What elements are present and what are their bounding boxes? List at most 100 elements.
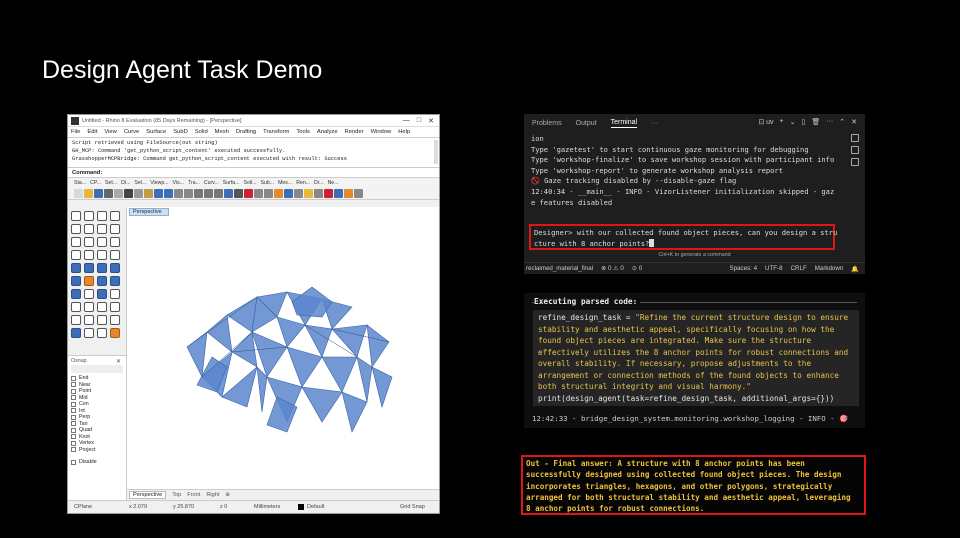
structure-piece[interactable] bbox=[291, 286, 333, 318]
cplane-icon[interactable] bbox=[254, 188, 263, 198]
tab-problems[interactable]: Problems bbox=[532, 120, 562, 127]
menu-window[interactable]: Window bbox=[371, 129, 392, 135]
checkbox[interactable] bbox=[71, 382, 76, 388]
checkbox[interactable] bbox=[71, 388, 76, 394]
status-layer[interactable]: Default bbox=[307, 504, 400, 510]
structure-piece[interactable] bbox=[341, 391, 368, 433]
join-icon[interactable] bbox=[71, 315, 81, 325]
checkbox[interactable] bbox=[71, 434, 76, 440]
checkbox[interactable] bbox=[71, 408, 76, 414]
tab-drafting[interactable]: Dr... bbox=[314, 180, 324, 186]
checkbox[interactable] bbox=[71, 447, 76, 453]
options-icon[interactable] bbox=[344, 188, 353, 198]
maximize-panel-icon[interactable]: ⌃ bbox=[839, 118, 845, 126]
polyline-icon[interactable] bbox=[97, 211, 107, 221]
polygon-icon[interactable] bbox=[71, 237, 81, 247]
sweep-icon[interactable] bbox=[110, 263, 120, 273]
tab-curve-tools[interactable]: Curv... bbox=[204, 180, 219, 186]
console-scrollbar[interactable] bbox=[434, 140, 438, 164]
command-prompt[interactable]: Command: bbox=[68, 167, 439, 177]
checkbox[interactable] bbox=[71, 395, 76, 401]
offset-icon[interactable] bbox=[97, 237, 107, 247]
menu-mesh[interactable]: Mesh bbox=[215, 129, 229, 135]
maximize-button[interactable]: □ bbox=[417, 117, 421, 125]
undo-icon[interactable] bbox=[154, 188, 163, 198]
surface-icon[interactable] bbox=[71, 263, 81, 273]
shade-icon[interactable] bbox=[274, 188, 283, 198]
status-spaces[interactable]: Spaces: 4 bbox=[730, 265, 758, 272]
tab-right[interactable]: Right bbox=[206, 492, 219, 498]
cylinder-icon[interactable] bbox=[110, 276, 120, 286]
arc-icon[interactable] bbox=[84, 224, 94, 234]
boolean-icon[interactable] bbox=[84, 276, 94, 286]
paste-icon[interactable] bbox=[144, 188, 153, 198]
zoom-icon[interactable] bbox=[194, 188, 203, 198]
structure-piece[interactable] bbox=[231, 331, 258, 368]
close-icon[interactable]: ✕ bbox=[116, 358, 121, 365]
extend-icon[interactable] bbox=[84, 250, 94, 260]
structure-piece[interactable] bbox=[301, 386, 343, 423]
select-arrow-icon[interactable] bbox=[71, 211, 81, 221]
tab-set-view[interactable]: Set... bbox=[105, 180, 117, 186]
bell-icon[interactable]: 🔔 bbox=[851, 265, 865, 273]
materials-icon[interactable] bbox=[324, 188, 333, 198]
terminal-instance-icon[interactable] bbox=[851, 134, 859, 142]
tab-standard[interactable]: Sta... bbox=[74, 180, 86, 186]
structure-piece[interactable] bbox=[321, 356, 358, 393]
save-icon[interactable] bbox=[94, 188, 103, 198]
point-icon[interactable] bbox=[84, 211, 94, 221]
structure-piece[interactable] bbox=[256, 366, 268, 413]
rectangle-icon[interactable] bbox=[110, 224, 120, 234]
split-icon[interactable] bbox=[110, 315, 120, 325]
zoom-window-icon[interactable] bbox=[204, 188, 213, 198]
terminal-instance-icon[interactable] bbox=[851, 146, 859, 154]
grasshopper-icon[interactable] bbox=[334, 188, 343, 198]
print-icon[interactable] bbox=[104, 188, 113, 198]
tab-subd-tools[interactable]: Sub... bbox=[261, 180, 275, 186]
menu-render[interactable]: Render bbox=[345, 129, 364, 135]
subd-icon[interactable] bbox=[97, 289, 107, 299]
tab-select[interactable]: Sel... bbox=[134, 180, 146, 186]
tab-surface-tools[interactable]: Surfa... bbox=[223, 180, 240, 186]
mesh-icon[interactable] bbox=[71, 289, 81, 299]
tab-terminal[interactable]: Terminal bbox=[610, 119, 638, 128]
menu-surface[interactable]: Surface bbox=[146, 129, 166, 135]
light-bulb-icon[interactable] bbox=[304, 188, 313, 198]
tab-new-in-v8[interactable]: Ne... bbox=[328, 180, 339, 186]
check-icon[interactable] bbox=[97, 328, 107, 338]
menu-file[interactable]: File bbox=[71, 129, 80, 135]
explode-icon[interactable] bbox=[84, 315, 94, 325]
menu-edit[interactable]: Edit bbox=[87, 129, 97, 135]
dimension-icon[interactable] bbox=[84, 289, 94, 299]
freeform-icon[interactable] bbox=[84, 237, 94, 247]
menu-curve[interactable]: Curve bbox=[124, 129, 139, 135]
status-eol[interactable]: CRLF bbox=[791, 265, 807, 272]
loft-icon[interactable] bbox=[97, 263, 107, 273]
osnap-disable[interactable]: Disable bbox=[71, 459, 123, 466]
new-terminal-icon[interactable]: + bbox=[780, 118, 784, 126]
properties-icon[interactable] bbox=[314, 188, 323, 198]
transform-icon[interactable] bbox=[110, 289, 120, 299]
cut-icon[interactable] bbox=[124, 188, 133, 198]
osnap-toolbar[interactable] bbox=[71, 365, 123, 373]
scale-icon[interactable] bbox=[84, 302, 94, 312]
checkbox[interactable] bbox=[71, 401, 76, 407]
tab-output[interactable]: Output bbox=[576, 120, 597, 127]
menu-tools[interactable]: Tools bbox=[296, 129, 310, 135]
minimize-button[interactable]: — bbox=[403, 117, 410, 125]
zoom-selected-icon[interactable] bbox=[224, 188, 233, 198]
group-icon[interactable] bbox=[71, 328, 81, 338]
tab-visibility[interactable]: Vis... bbox=[173, 180, 184, 186]
tab-transform[interactable]: Tra... bbox=[188, 180, 200, 186]
checkbox[interactable] bbox=[71, 459, 76, 465]
terminal-profile-icon[interactable]: ⊡ uv bbox=[758, 118, 773, 126]
menu-drafting[interactable]: Drafting bbox=[236, 129, 256, 135]
rotate-view-icon[interactable] bbox=[184, 188, 193, 198]
open-folder-icon[interactable] bbox=[84, 188, 93, 198]
checkbox[interactable] bbox=[71, 427, 76, 433]
checkbox[interactable] bbox=[71, 375, 76, 381]
tab-render-tools[interactable]: Ren... bbox=[296, 180, 310, 186]
more-tabs-icon[interactable]: ··· bbox=[651, 120, 658, 127]
text-icon[interactable] bbox=[71, 250, 81, 260]
status-grid-snap[interactable]: Grid Snap bbox=[400, 504, 425, 510]
